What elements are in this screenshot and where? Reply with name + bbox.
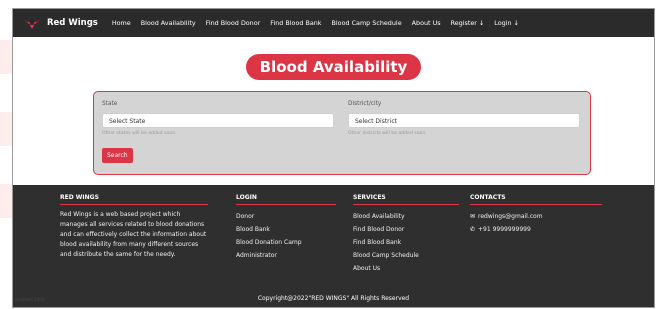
red-wings-logo-icon — [24, 18, 40, 29]
district-help-text: Other districts will be added soon. — [348, 131, 427, 136]
footer-link-administrator[interactable]: Administrator — [236, 249, 336, 262]
footer-services-heading: SERVICES — [353, 194, 386, 201]
footer-contacts: CONTACTS ✉ redwings@gmail.com ✆ +91 9999… — [470, 194, 602, 236]
state-help-text: Other states will be added soon. — [102, 131, 177, 136]
contact-email-row[interactable]: ✉ redwings@gmail.com — [470, 210, 602, 223]
footer-login-heading: LOGIN — [236, 194, 257, 201]
footer-link-blood-donation-camp[interactable]: Blood Donation Camp — [236, 236, 336, 249]
footer-link-blood-availability[interactable]: Blood Availability — [353, 210, 459, 223]
footer-about-text: Red Wings is a web based project which m… — [60, 211, 207, 258]
district-select[interactable]: Select District — [348, 113, 580, 128]
nav-about-us[interactable]: About Us — [412, 19, 441, 27]
footer-divider — [60, 204, 208, 205]
navbar: Red Wings Home Blood Availability Find B… — [13, 9, 654, 37]
footer-divider — [353, 204, 459, 205]
contact-email[interactable]: redwings@gmail.com — [478, 210, 543, 223]
district-field-group: District/city Select District Other dist… — [348, 101, 580, 136]
nav-blood-camp-schedule[interactable]: Blood Camp Schedule — [332, 19, 402, 27]
footer-link-about-us[interactable]: About Us — [353, 262, 459, 275]
title-wrap: Blood Availability — [13, 54, 654, 80]
nav-register-dropdown[interactable]: Register ↓ — [451, 19, 485, 27]
browser-viewport: Red Wings Home Blood Availability Find B… — [12, 8, 655, 308]
footer-link-blood-camp-schedule[interactable]: Blood Camp Schedule — [353, 249, 459, 262]
footer-about-heading: RED WINGS — [60, 194, 99, 201]
brand[interactable]: Red Wings — [23, 16, 98, 30]
brand-name: Red Wings — [47, 18, 98, 28]
footer-link-find-blood-donor[interactable]: Find Blood Donor — [353, 223, 459, 236]
footer-link-blood-bank[interactable]: Blood Bank — [236, 223, 336, 236]
footer-divider — [470, 204, 602, 205]
footer-link-donor[interactable]: Donor — [236, 210, 336, 223]
state-label: State — [102, 101, 118, 107]
contact-phone-row[interactable]: ✆ +91 9999999999 — [470, 223, 602, 236]
page-title: Blood Availability — [245, 54, 422, 80]
footer-login: LOGIN Donor Blood Bank Blood Donation Ca… — [236, 194, 336, 262]
state-select[interactable]: Select State — [102, 113, 334, 128]
search-form-card: State Select State Other states will be … — [93, 91, 591, 175]
nav-blood-availability[interactable]: Blood Availability — [141, 19, 196, 27]
footer-services: SERVICES Blood Availability Find Blood D… — [353, 194, 459, 275]
phone-icon: ✆ — [470, 226, 476, 233]
contact-phone[interactable]: +91 9999999999 — [478, 223, 531, 236]
footer-divider — [236, 204, 336, 205]
search-button[interactable]: Search — [102, 148, 133, 163]
nav-find-blood-donor[interactable]: Find Blood Donor — [206, 19, 261, 27]
footer-contacts-heading: CONTACTS — [470, 194, 506, 201]
footer-link-find-blood-bank[interactable]: Find Blood Bank — [353, 236, 459, 249]
footer-about: RED WINGS Red Wings is a web based proje… — [60, 194, 208, 260]
nav-home[interactable]: Home — [112, 19, 131, 27]
footer: RED WINGS Red Wings is a web based proje… — [13, 185, 654, 307]
copyright-text: Copyright@2022"RED WINGS" All Rights Res… — [257, 295, 410, 302]
nav-login-dropdown[interactable]: Login ↓ — [494, 19, 519, 27]
district-label: District/city — [348, 101, 382, 107]
envelope-icon: ✉ — [470, 213, 476, 220]
state-field-group: State Select State Other states will be … — [102, 101, 334, 136]
nav-find-blood-bank[interactable]: Find Blood Bank — [270, 19, 321, 27]
